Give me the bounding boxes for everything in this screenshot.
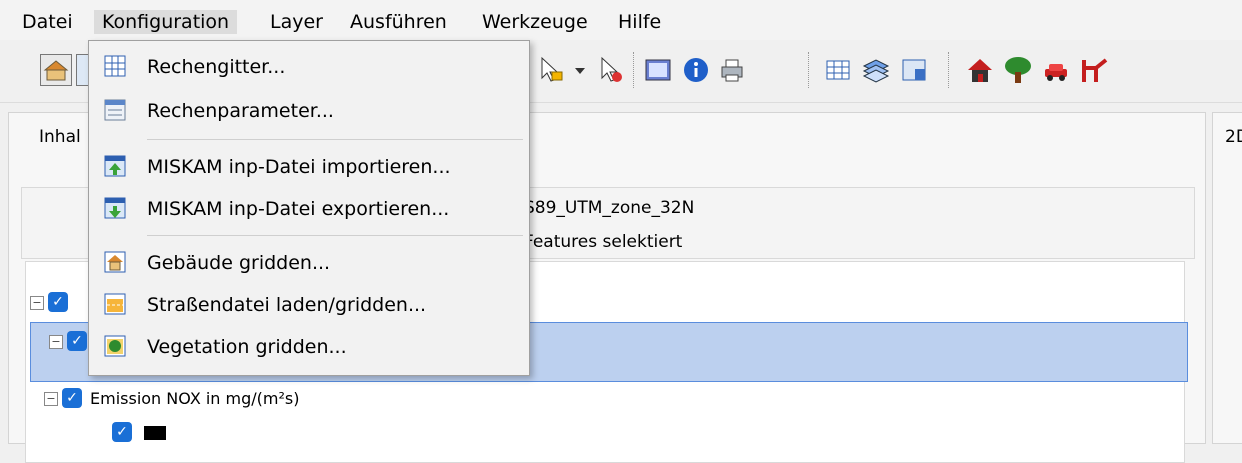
menu-item-miskam-import[interactable]: MISKAM inp-Datei importieren... xyxy=(89,147,529,187)
menu-separator xyxy=(147,139,523,140)
view-panel-2d: 2D xyxy=(1212,112,1242,444)
menu-ausfuehren[interactable]: Ausführen xyxy=(342,10,455,34)
layers-tool-button[interactable] xyxy=(860,54,892,86)
table-tool-button[interactable] xyxy=(822,54,854,86)
menu-item-miskam-export[interactable]: MISKAM inp-Datei exportieren... xyxy=(89,189,529,229)
tree-expand-icon[interactable]: − xyxy=(49,335,63,349)
car-traffic-icon xyxy=(1045,64,1067,81)
home-tool-button[interactable] xyxy=(40,54,72,86)
deselect-pointer-icon xyxy=(601,56,622,82)
export-icon xyxy=(104,197,126,219)
menu-item-label: Rechengitter... xyxy=(147,56,286,78)
menu-konfiguration[interactable]: Konfiguration xyxy=(94,10,238,34)
deselect-tool-button[interactable] xyxy=(594,54,626,86)
emission-layer-checkbox[interactable]: ✓ xyxy=(62,388,82,408)
konfiguration-dropdown: Rechengitter... Rechenparameter... MISKA… xyxy=(88,40,530,376)
menu-item-rechengitter[interactable]: Rechengitter... xyxy=(89,47,529,87)
traffic-tool-button[interactable] xyxy=(1040,54,1072,86)
select-dropdown-button[interactable] xyxy=(572,54,588,86)
toolbar-separator xyxy=(633,52,634,88)
menu-item-strassendatei[interactable]: Straßendatei laden/gridden... xyxy=(89,285,529,325)
menu-item-label: Rechenparameter... xyxy=(147,100,334,122)
calc-tool-button[interactable] xyxy=(898,54,930,86)
menu-item-rechenparameter[interactable]: Rechenparameter... xyxy=(89,91,529,131)
menu-werkzeuge[interactable]: Werkzeuge xyxy=(474,10,596,34)
select-pointer-icon xyxy=(541,56,563,82)
legend-checkbox[interactable]: ✓ xyxy=(112,422,132,442)
menu-item-label: MISKAM inp-Datei exportieren... xyxy=(147,198,450,220)
legend-color-swatch xyxy=(144,426,166,440)
vegetation-tool-button[interactable] xyxy=(1002,54,1034,86)
menu-item-vegetation-gridden[interactable]: Vegetation gridden... xyxy=(89,327,529,367)
tab-inhalt[interactable]: Inhal xyxy=(39,127,81,147)
street-icon xyxy=(104,293,126,315)
menu-item-label: Vegetation gridden... xyxy=(147,336,347,358)
toolbar-separator xyxy=(948,52,949,88)
menu-datei[interactable]: Datei xyxy=(14,10,81,34)
grid-icon xyxy=(104,55,126,77)
menu-separator xyxy=(147,235,523,236)
tree-expand-icon[interactable]: − xyxy=(44,392,58,406)
printer-icon xyxy=(721,59,743,82)
emission-layer-label: Emission NOX in mg/(m²s) xyxy=(90,389,300,408)
menu-item-label: Gebäude gridden... xyxy=(147,252,331,274)
crs-text: S89_UTM_zone_32N xyxy=(524,198,695,218)
menu-bar: Datei Konfiguration Layer Ausführen Werk… xyxy=(0,0,1242,40)
menu-item-label: Straßendatei laden/gridden... xyxy=(147,294,427,316)
building-house-icon xyxy=(968,59,992,82)
info-icon xyxy=(684,58,708,82)
tree-expand-icon[interactable]: − xyxy=(30,296,44,310)
layer-checkbox[interactable]: ✓ xyxy=(67,331,87,351)
menu-hilfe[interactable]: Hilfe xyxy=(610,10,669,34)
street-split-icon xyxy=(1082,58,1108,82)
vegetation-icon xyxy=(104,335,126,357)
building-tool-button[interactable] xyxy=(964,54,996,86)
select-tool-button[interactable] xyxy=(534,54,566,86)
print-tool-button[interactable] xyxy=(716,54,748,86)
import-icon xyxy=(104,155,126,177)
grid-map-icon xyxy=(645,59,671,81)
street-tool-button[interactable] xyxy=(1078,54,1110,86)
calculator-icon xyxy=(902,59,926,81)
tree-icon xyxy=(1005,57,1031,83)
info-tool-button[interactable] xyxy=(680,54,712,86)
parameters-icon xyxy=(104,99,126,121)
toolbar-separator xyxy=(808,52,809,88)
home-icon xyxy=(43,60,69,81)
layer-checkbox[interactable]: ✓ xyxy=(48,292,68,312)
table-icon xyxy=(826,60,850,80)
building-icon xyxy=(104,251,126,273)
grid-view-tool-button[interactable] xyxy=(642,54,674,86)
layers-stack-icon xyxy=(862,59,890,83)
menu-item-gebaeude-gridden[interactable]: Gebäude gridden... xyxy=(89,243,529,283)
menu-layer[interactable]: Layer xyxy=(262,10,331,34)
tab-2d[interactable]: 2D xyxy=(1225,127,1242,147)
menu-item-label: MISKAM inp-Datei importieren... xyxy=(147,156,451,178)
chevron-down-icon xyxy=(575,68,585,74)
selection-count-text: Features selektiert xyxy=(524,232,683,252)
